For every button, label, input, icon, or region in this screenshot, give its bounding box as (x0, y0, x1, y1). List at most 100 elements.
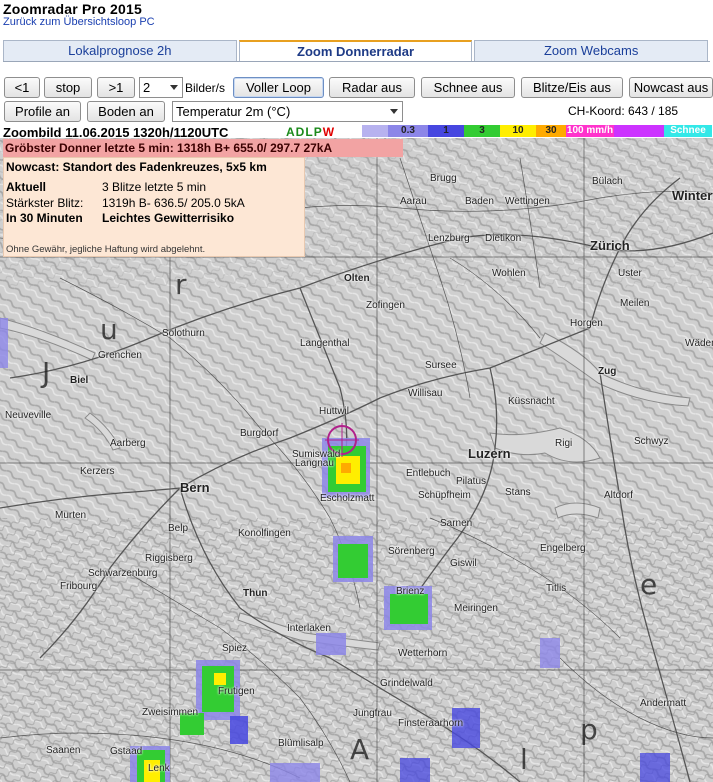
map-place-label: Brugg (430, 173, 457, 184)
profile-on-button[interactable]: Profile an (4, 101, 81, 122)
speed-value: 2 (143, 80, 151, 95)
map-place-label: Interlaken (287, 623, 331, 634)
in-30-minutes-label: In 30 Minuten (6, 211, 83, 225)
snow-off-button[interactable]: Schnee aus (421, 77, 515, 98)
map-place-label: Frutigen (218, 686, 255, 697)
speed-select[interactable]: 2 (139, 77, 183, 98)
map-place-label: Baden (465, 196, 494, 207)
in-30-minutes-value: Leichtes Gewitterrisiko (102, 211, 235, 225)
tab-lokalprognose[interactable]: Lokalprognose 2h (3, 40, 237, 61)
layer-select[interactable]: Temperatur 2m (°C) (172, 101, 403, 122)
map-place-label: Brienz (396, 586, 425, 597)
map-region-letter: u (100, 313, 118, 346)
map-place-label: Grenchen (98, 350, 142, 361)
nowcast-title: Nowcast: Standort des Fadenkreuzes, 5x5 … (6, 160, 267, 174)
tab-zoom-donnerradar[interactable]: Zoom Donnerradar (238, 40, 473, 61)
map-place-label: Spiez (222, 643, 248, 654)
legend-swatch: 3 (464, 125, 500, 137)
map-place-label: Stans (505, 487, 531, 498)
map-place-label: Olten (344, 273, 370, 284)
map-place-label: Belp (168, 523, 189, 534)
disclaimer-text: Ohne Gewähr, jegliche Haftung wird abgel… (6, 244, 206, 255)
map-place-label: Andermatt (640, 698, 687, 709)
map-place-label: Giswil (450, 558, 477, 569)
next-frame-button[interactable]: >1 (97, 77, 135, 98)
map-region-letter: A (350, 733, 370, 766)
legend-swatch (614, 125, 664, 137)
map-place-label: Gstaad (110, 746, 143, 757)
radar-off-button[interactable]: Radar aus (329, 77, 415, 98)
map-place-label: Murten (55, 510, 87, 521)
map-place-label: Schwarzenburg (88, 568, 158, 579)
map-place-label: Zug (598, 366, 617, 377)
nowcast-panel: Nowcast: Standort des Fadenkreuzes, 5x5 … (3, 157, 305, 257)
adlpw-letter-w: W (322, 125, 336, 139)
map-place-label: Zofingen (366, 300, 405, 311)
legend-swatch: 30 (536, 125, 566, 137)
map-place-label: Fribourg (60, 581, 98, 592)
nowcast-off-button[interactable]: Nowcast aus (629, 77, 713, 98)
map-place-label: Wädenswil (685, 338, 713, 349)
map-place-label: Entlebuch (406, 468, 451, 479)
tab-zoom-webcams[interactable]: Zoom Webcams (474, 40, 709, 61)
map-place-label: Schwyz (634, 436, 669, 447)
map-place-label: Konolfingen (238, 528, 291, 539)
legend-swatch: Schnee (664, 125, 712, 137)
adlpw-letter-l: L (305, 125, 314, 139)
lightning-off-button[interactable]: Blitze/Eis aus (521, 77, 623, 98)
stop-button[interactable]: stop (44, 77, 92, 98)
map-place-label: Meiringen (454, 603, 498, 614)
map-place-label: Bülach (592, 176, 623, 187)
map-place-label: Solothurn (162, 328, 205, 339)
map-place-label: Wohlen (492, 268, 526, 279)
map-place-label: Riggisberg (145, 553, 193, 564)
map-place-label: Aarberg (110, 438, 146, 449)
map-place-label: Lenk (148, 763, 170, 774)
adlpw-letter-a: A (286, 125, 296, 139)
chevron-down-icon (170, 85, 178, 90)
legend-swatch: 1 (428, 125, 464, 137)
map-place-label: Uster (618, 268, 642, 279)
map-place-label: Willisau (408, 388, 443, 399)
speed-unit-label: Bilder/s (185, 81, 226, 95)
adlpw-letter-p: P (313, 125, 323, 139)
map-place-label: Sörenberg (388, 546, 435, 557)
back-to-overview-link[interactable]: Zurück zum Übersichtsloop PC (3, 16, 155, 28)
map-place-label: Küssnacht (508, 396, 555, 407)
map-place-label: Saanen (46, 745, 81, 756)
map-place-label: Engelberg (540, 543, 586, 554)
chevron-down-icon (390, 109, 398, 114)
map-place-label: Huttwil (319, 406, 350, 417)
map-place-label: Biel (70, 375, 89, 386)
full-loop-button[interactable]: Voller Loop (233, 77, 324, 98)
aktuell-value: 3 Blitze letzte 5 min (102, 180, 207, 194)
map-region-letter: e (640, 568, 658, 601)
map-place-label: Zweisimmen (142, 707, 199, 718)
map-place-label: Grindelwald (380, 678, 433, 689)
map-place-label: Jungfrau (353, 708, 392, 719)
map-place-label: Horgen (570, 318, 603, 329)
legend-swatch (362, 125, 388, 137)
map-region-letter: J (42, 356, 51, 389)
layer-select-value: Temperatur 2m (°C) (176, 104, 291, 119)
map-place-label: Rigi (555, 438, 573, 449)
ch-coordinates: CH-Koord: 643 / 185 (568, 104, 679, 118)
map-place-label: Winterthur (672, 188, 713, 203)
map-place-label: Schüpfheim (418, 490, 471, 501)
map-place-label: Kerzers (80, 466, 115, 477)
ground-on-button[interactable]: Boden an (87, 101, 165, 122)
map-place-label: Luzern (468, 446, 511, 461)
map-place-label: Aarau (400, 196, 427, 207)
legend-swatch: 10 (500, 125, 536, 137)
previous-frame-button[interactable]: <1 (4, 77, 40, 98)
map-place-label: Zürich (590, 238, 630, 253)
precipitation-legend: 0.3 1 3 10 30 100 mm/h Schnee (362, 125, 712, 137)
map-place-label: Finsteraarhorn (398, 718, 464, 729)
map-place-label: Dietikon (485, 233, 522, 244)
map-place-label: Sumiswald (292, 449, 341, 460)
map-place-label: Blümlisalp (278, 738, 324, 749)
app-title: Zoomradar Pro 2015 (3, 1, 142, 17)
map-place-label: Sarnen (440, 518, 473, 529)
map-place-label: Bern (180, 480, 210, 495)
adlpw-indicator: ADLPW (286, 125, 335, 139)
